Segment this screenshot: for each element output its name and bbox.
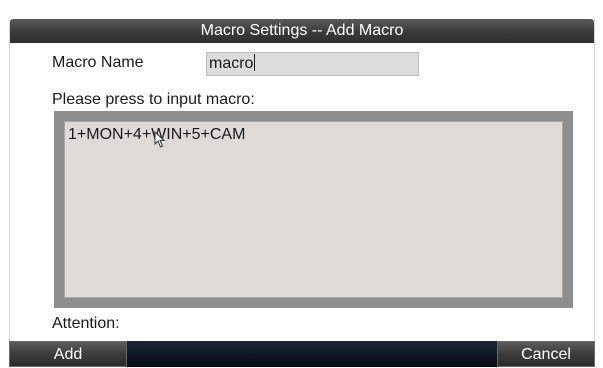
- mouse-pointer-icon: [154, 131, 166, 148]
- macro-input-frame: 1+MON+4+WIN+5+CAM: [54, 111, 573, 308]
- attention-label: Attention:: [52, 315, 120, 332]
- add-button[interactable]: Add: [9, 341, 127, 367]
- macro-name-value: macro: [209, 55, 254, 72]
- macro-name-input[interactable]: macro: [206, 52, 419, 76]
- macro-input-area[interactable]: 1+MON+4+WIN+5+CAM: [64, 121, 563, 298]
- macro-name-label: Macro Name: [52, 54, 144, 71]
- macro-input-prompt: Please press to input macro:: [52, 91, 255, 108]
- bottom-bar: Add Cancel: [9, 341, 595, 367]
- macro-settings-dialog: Macro Settings -- Add Macro Macro Name m…: [9, 19, 595, 367]
- dialog-title: Macro Settings -- Add Macro: [10, 19, 594, 43]
- cancel-button[interactable]: Cancel: [497, 341, 595, 367]
- text-caret: [254, 54, 256, 71]
